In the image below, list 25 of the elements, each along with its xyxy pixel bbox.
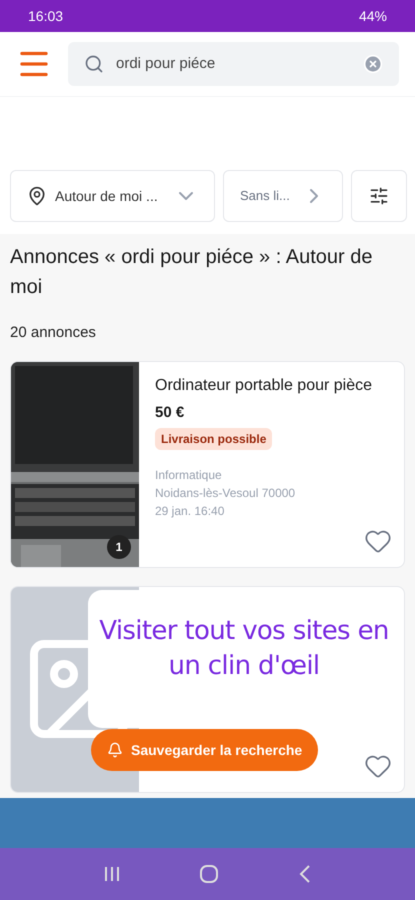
settings-icon — [369, 186, 389, 206]
tooltip-text: Visiter tout vos sites en un clin d'œil — [98, 615, 390, 683]
status-battery: 44% — [358, 6, 387, 26]
clear-icon[interactable] — [363, 54, 383, 74]
back-icon[interactable] — [298, 864, 312, 884]
delivery-badge: Livraison possible — [155, 428, 272, 450]
filters-button[interactable] — [351, 170, 407, 222]
search-field[interactable]: ordi pour piéce — [68, 42, 399, 86]
results-heading: Annonces « ordi pour piéce » : Autour de moi — [10, 245, 374, 300]
recent-apps-icon[interactable] — [103, 865, 122, 883]
listing-card[interactable]: 1 Ordinateur portable pour pièce 50 € Livraison possible Informatique Noidans-lès-Vesoul 70000 29 jan. 16:40 — [10, 360, 405, 568]
listing-price: 50 € — [155, 402, 186, 422]
category-filter[interactable]: Sans li... — [223, 170, 343, 222]
status-time: 16:03 — [28, 6, 64, 26]
bell-icon — [107, 742, 123, 758]
listing-location: Noidans-lès-Vesoul 70000 — [155, 485, 296, 502]
pin-icon — [27, 186, 47, 206]
results-count: 20 annonces — [10, 323, 97, 343]
listing-category: Informatique — [155, 467, 223, 484]
location-filter[interactable]: Autour de moi ... — [10, 170, 215, 222]
home-icon[interactable] — [199, 864, 220, 884]
search-text: ordi pour piéce — [116, 54, 216, 74]
listing-title: Ordinateur portable pour pièce — [155, 376, 372, 396]
search-icon — [84, 54, 104, 74]
listing-date: 29 jan. 16:40 — [155, 503, 226, 520]
